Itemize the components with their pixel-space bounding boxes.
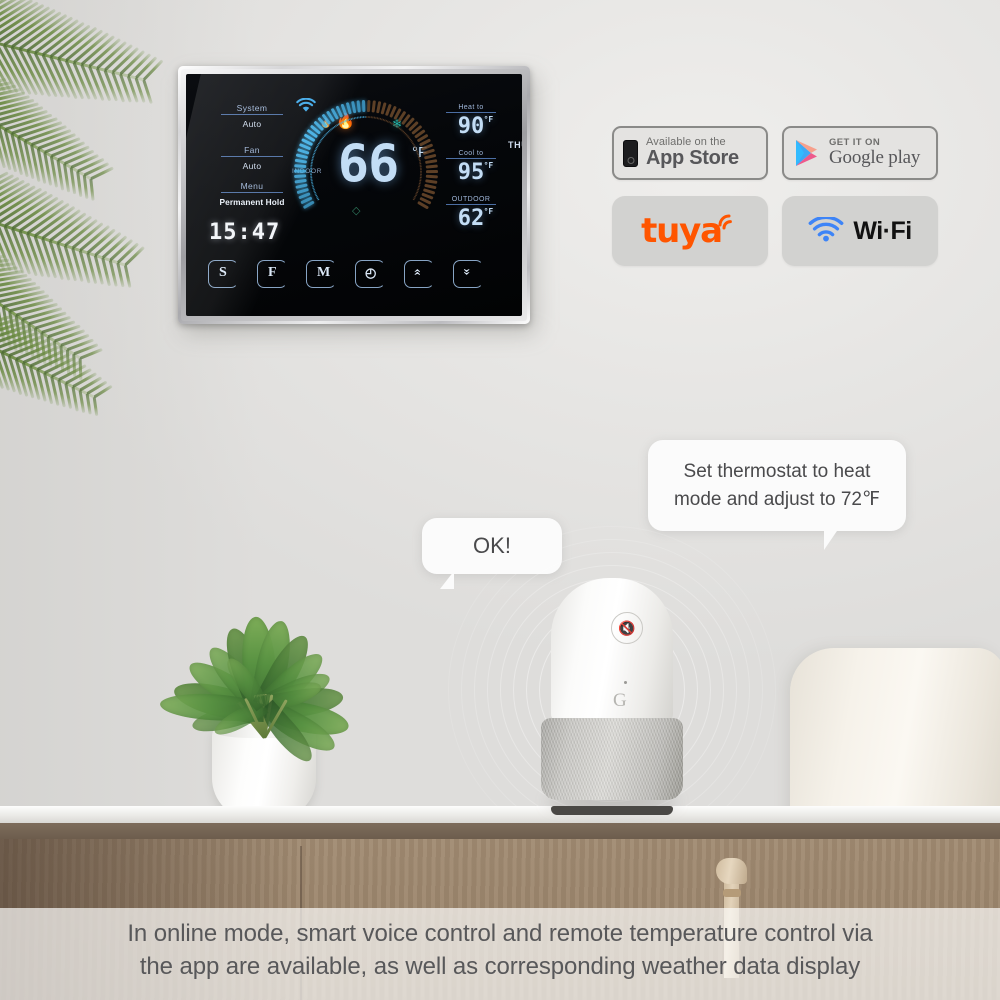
- dial-arc-segment: [310, 164, 313, 166]
- tuya-wordmark: tuya: [641, 211, 723, 251]
- heat-to-label: Heat to: [446, 104, 496, 113]
- cool-to-value: 95 °F: [457, 160, 494, 186]
- iphone-icon: [623, 139, 638, 167]
- button-glyph: M: [317, 265, 331, 280]
- dial-tick: [425, 159, 438, 164]
- system-label: System: [221, 103, 283, 115]
- day-of-week: THU: [508, 140, 522, 150]
- google-play-icon: [796, 140, 817, 166]
- cool-to-block[interactable]: Cool to 95 °F: [438, 142, 504, 184]
- dial-tick: [356, 100, 361, 113]
- badge-group: Available on the App Store GET IT ON Goo…: [612, 126, 942, 266]
- dial-arc-segment: [310, 167, 313, 169]
- dial-arc-segment: [310, 169, 313, 171]
- wifi-signal-icon: [808, 217, 844, 242]
- indoor-temperature: 66: [337, 134, 400, 194]
- wifi-wordmark: Wi·Fi: [853, 216, 912, 245]
- dial-arc-segment: [310, 173, 313, 176]
- speaker-foot: [551, 806, 673, 815]
- google-play-name: Google play: [829, 147, 921, 169]
- thermostat-device[interactable]: System Auto Fan Auto Menu Permanent Hold: [178, 66, 536, 334]
- dial-arc-segment: [310, 166, 313, 168]
- store-badge-row: Available on the App Store GET IT ON Goo…: [612, 126, 942, 180]
- dial-arc-segment: [309, 170, 313, 173]
- temperature-dial[interactable]: INDOOR 66 °F 🔥 🔥 ❄ ◇: [276, 92, 456, 252]
- fan-label: Fan: [221, 145, 283, 157]
- brand-badge-row: tuya Wi·Fi: [612, 196, 942, 266]
- figurine-collar: [723, 889, 741, 897]
- voice-command-bubble: Set thermostat to heat mode and adjust t…: [648, 440, 906, 551]
- sideboard-top-surface: [0, 806, 1000, 823]
- potted-plant: [140, 572, 390, 820]
- dial-tick: [425, 164, 438, 169]
- button-glyph: »: [459, 268, 475, 276]
- heat-to-block[interactable]: Heat to 90 °F: [438, 96, 504, 138]
- caption-line-2: the app are available, as well as corres…: [139, 952, 861, 980]
- dial-tick: [366, 100, 371, 113]
- clock-display: 15:47: [209, 220, 281, 245]
- dial-tick: [361, 100, 366, 113]
- dial-arc-segment: [310, 175, 313, 177]
- dial-tick: [371, 100, 376, 113]
- dial-tick: [294, 174, 307, 179]
- dial-tick: [293, 170, 307, 173]
- dial-tick: [425, 179, 438, 184]
- system-button[interactable]: S: [208, 260, 238, 288]
- heat-to-value: 90 °F: [457, 114, 494, 139]
- dial-tick: [294, 179, 307, 184]
- figurine-head: [716, 858, 747, 884]
- humidity-drop-icon: ◇: [352, 205, 361, 217]
- google-home-speaker[interactable]: 🔇 G: [535, 578, 690, 815]
- temp-down-button[interactable]: »: [453, 260, 483, 288]
- tuya-badge[interactable]: tuya: [612, 196, 768, 266]
- dial-tick: [295, 153, 308, 160]
- scene-root: System Auto Fan Auto Menu Permanent Hold: [0, 0, 1000, 1000]
- caption-text: In online mode, smart voice control and …: [0, 918, 1000, 983]
- caption-line-1: In online mode, smart voice control and …: [127, 920, 873, 947]
- app-store-name: App Store: [646, 147, 739, 170]
- sideboard-edge: [0, 823, 1000, 839]
- dial-tick: [294, 159, 307, 164]
- temp-up-button[interactable]: »: [404, 260, 434, 288]
- speaker-top-shell: 🔇 G: [551, 578, 673, 722]
- button-glyph: S: [219, 265, 227, 280]
- fan-button[interactable]: F: [257, 260, 287, 288]
- app-store-badge[interactable]: Available on the App Store: [612, 126, 768, 180]
- dial-arc-segment: [309, 172, 313, 174]
- button-glyph: F: [268, 265, 277, 280]
- dial-tick: [425, 174, 438, 179]
- thermostat-bezel: System Auto Fan Auto Menu Permanent Hold: [178, 66, 530, 324]
- outdoor-value: 62 °F: [457, 206, 494, 232]
- speaker-fabric-base: [541, 718, 683, 800]
- button-glyph: »: [409, 268, 425, 276]
- outdoor-label: OUTDOOR: [446, 196, 496, 206]
- dial-arc-segment: [310, 161, 313, 163]
- microphone-mute-icon[interactable]: 🔇: [611, 612, 643, 644]
- speaker-sensor-dot: [624, 681, 627, 684]
- dial-arc-segment: [310, 178, 313, 180]
- dial-arc-segment: [310, 176, 313, 179]
- dial-tick: [425, 170, 439, 173]
- dial-arc-segment: [310, 162, 313, 165]
- menu-label: Menu: [221, 181, 283, 193]
- outdoor-block: OUTDOOR 62 °F: [438, 188, 504, 230]
- thermostat-screen[interactable]: System Auto Fan Auto Menu Permanent Hold: [186, 74, 522, 316]
- google-g-logo: G: [613, 690, 627, 711]
- menu-button[interactable]: M: [306, 260, 336, 288]
- dial-arc-segment: [412, 198, 415, 201]
- cool-to-label: Cool to: [446, 150, 496, 160]
- thermostat-inner-rim: System Auto Fan Auto Menu Permanent Hold: [181, 69, 527, 321]
- clock-button[interactable]: ◴: [355, 260, 385, 288]
- touch-button-row[interactable]: S F M ◴ » »: [208, 260, 508, 294]
- thermostat-right-panel: Heat to 90 °F Cool to 95 °F OUTDOOR 62 °F: [438, 96, 504, 234]
- button-glyph: ◴: [365, 265, 377, 280]
- google-play-badge[interactable]: GET IT ON Google play: [782, 126, 938, 180]
- wifi-badge[interactable]: Wi·Fi: [782, 196, 938, 266]
